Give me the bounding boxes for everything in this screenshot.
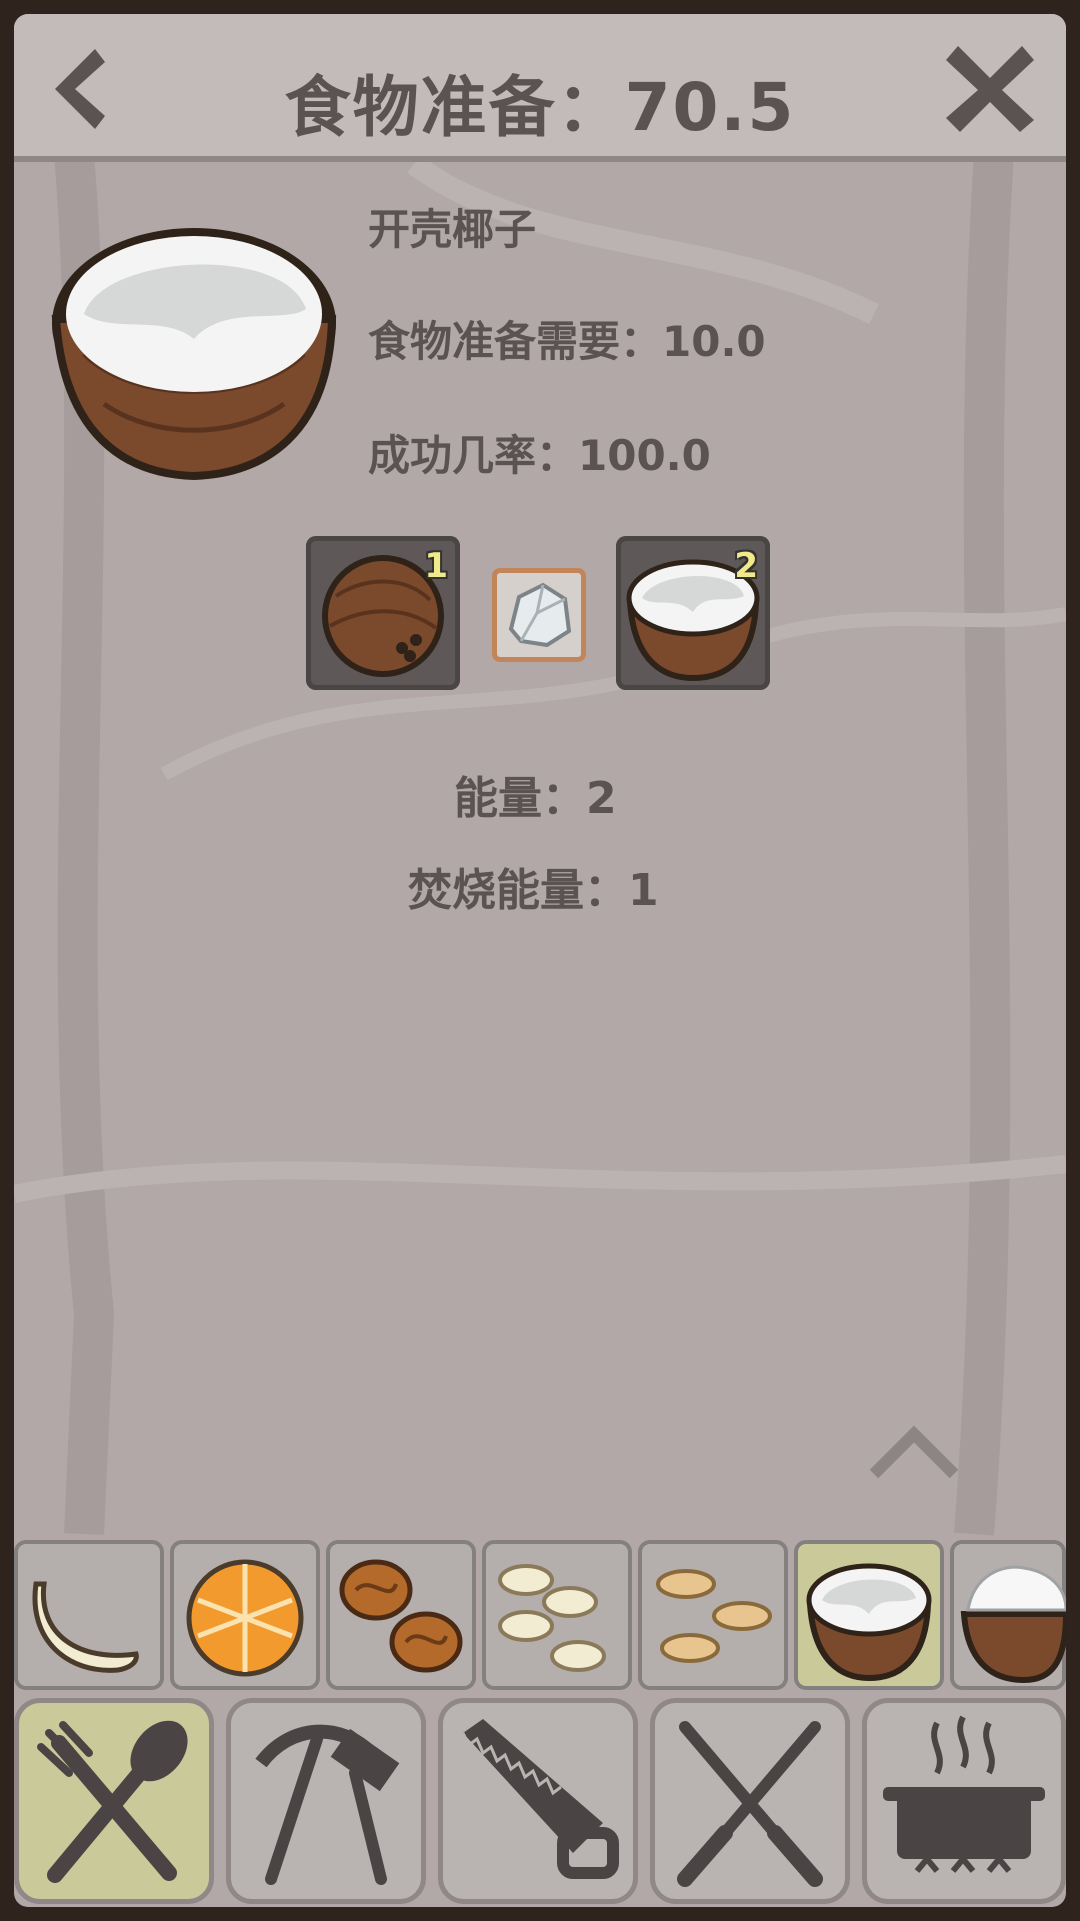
ingredient-count: 1	[424, 546, 448, 586]
category-tabs	[14, 1698, 1066, 1908]
fork-spoon-icon	[37, 1720, 188, 1883]
open-coconut-icon	[51, 228, 337, 481]
tab-woodwork[interactable]	[438, 1698, 638, 1904]
open-coconut-icon	[806, 1563, 932, 1682]
recipe-shredded-coconut[interactable]	[950, 1540, 1066, 1690]
energy-value: 能量：2	[454, 773, 617, 824]
header-bar: 食物准备：70.5	[14, 14, 1066, 162]
burn-energy-value: 焚烧能量：1	[408, 865, 659, 916]
tab-weapons[interactable]	[650, 1698, 850, 1904]
tab-food[interactable]	[14, 1698, 214, 1904]
stone-icon	[508, 582, 572, 648]
close-button[interactable]	[940, 38, 1040, 138]
recipe-open-coconut[interactable]	[794, 1540, 944, 1690]
recipe-name: 开壳椰子	[368, 205, 537, 254]
recipe-sliced-banana[interactable]	[482, 1540, 632, 1690]
saw-icon	[461, 1719, 619, 1879]
recipe-walnut[interactable]	[326, 1540, 476, 1690]
peanut-icon	[656, 1569, 772, 1663]
recipe-peanut[interactable]	[638, 1540, 788, 1690]
banana-icon	[32, 1581, 139, 1673]
ingredient-slot[interactable]: 1	[306, 536, 460, 690]
recipe-banana[interactable]	[14, 1540, 164, 1690]
tab-cooking[interactable]	[862, 1698, 1066, 1904]
selected-recipe-image	[44, 204, 344, 494]
output-slot[interactable]: 2	[616, 536, 770, 690]
walnut-icon	[339, 1559, 463, 1673]
page-title: 食物准备：70.5	[284, 69, 796, 146]
recipe-orange[interactable]	[170, 1540, 320, 1690]
tab-tools[interactable]	[226, 1698, 426, 1904]
knives-icon	[677, 1721, 823, 1887]
shredded-coconut-icon	[960, 1565, 1066, 1684]
cooking-pot-icon	[883, 1715, 1045, 1873]
recipe-list	[14, 1540, 1066, 1694]
orange-icon	[186, 1559, 304, 1677]
pickaxe-hammer-icon	[255, 1724, 400, 1885]
close-icon	[946, 46, 1034, 132]
required-tool-slot[interactable]	[492, 568, 586, 662]
output-count: 2	[734, 546, 758, 586]
skill-requirement: 食物准备需要：10.0	[368, 317, 766, 366]
sliced-banana-icon	[498, 1564, 606, 1672]
success-chance: 成功几率：100.0	[368, 431, 711, 480]
